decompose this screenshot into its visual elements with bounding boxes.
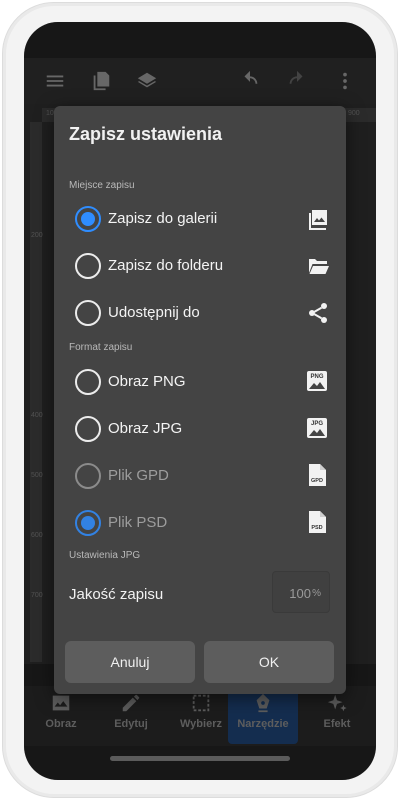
format-badge: PNG (310, 374, 323, 380)
option-label: Plik PSD (108, 514, 168, 531)
cancel-button[interactable]: Anuluj (65, 641, 195, 683)
png-file-icon: PNG (307, 371, 327, 391)
quality-value: 100 (289, 586, 311, 601)
format-badge: PSD (311, 525, 322, 531)
radio-button[interactable] (75, 510, 101, 536)
option-label: Zapisz do folderu (108, 257, 224, 274)
option-gpd[interactable]: Plik GPD GPD (54, 455, 346, 495)
jpg-file-icon: JPG (307, 418, 327, 438)
psd-file-icon: PSD (309, 511, 326, 533)
format-section-label: Format zapisu (69, 342, 133, 353)
quality-unit: % (312, 588, 321, 599)
gpd-file-icon: GPD (309, 464, 326, 486)
folder-icon (308, 259, 329, 274)
jpg-section-label: Ustawienia JPG (69, 550, 141, 561)
dialog-title: Zapisz ustawienia (69, 124, 223, 144)
format-badge: JPG (311, 421, 323, 427)
option-save-to-folder[interactable]: Zapisz do folderu (54, 245, 346, 285)
quality-label: Jakość zapisu (69, 586, 164, 603)
option-png[interactable]: Obraz PNG PNG (54, 361, 346, 401)
option-label: Obraz JPG (108, 420, 183, 437)
option-label: Plik GPD (108, 467, 169, 484)
save-settings-dialog: Zapisz ustawienia Miejsce zapisu Zapisz … (54, 106, 346, 694)
option-label: Obraz PNG (108, 373, 186, 390)
format-badge: GPD (311, 478, 323, 484)
option-jpg[interactable]: Obraz JPG JPG (54, 408, 346, 448)
radio-button[interactable] (75, 300, 101, 326)
gallery-icon (309, 210, 327, 230)
radio-button[interactable] (75, 253, 101, 279)
radio-button[interactable] (75, 206, 101, 232)
radio-button[interactable] (75, 369, 101, 395)
ok-button[interactable]: OK (204, 641, 334, 683)
radio-button[interactable] (75, 463, 101, 489)
option-share-to[interactable]: Udostępnij do (54, 292, 346, 332)
quality-input[interactable]: 100 % (272, 571, 330, 613)
share-icon (309, 303, 327, 323)
option-save-to-gallery[interactable]: Zapisz do galerii (54, 198, 346, 238)
location-section-label: Miejsce zapisu (69, 180, 135, 191)
radio-button[interactable] (75, 416, 101, 442)
option-psd[interactable]: Plik PSD PSD (54, 502, 346, 542)
option-label: Udostępnij do (108, 304, 200, 321)
option-label: Zapisz do galerii (108, 210, 218, 227)
